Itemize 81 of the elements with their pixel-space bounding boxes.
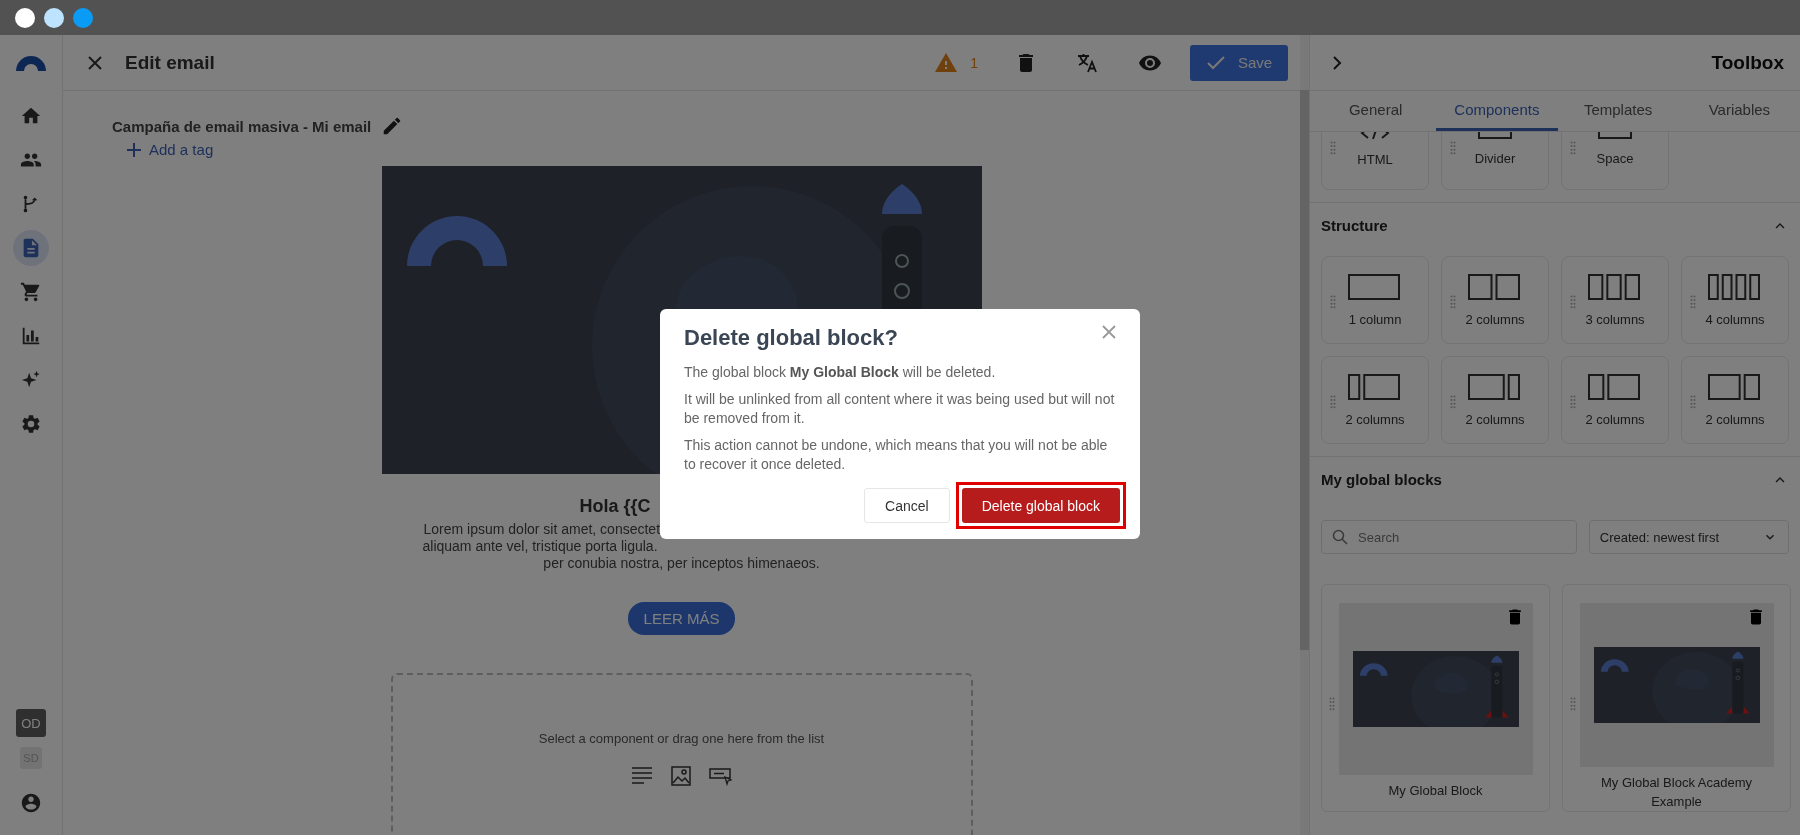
text-icon[interactable] [630, 766, 653, 784]
column-layout-icon [1348, 373, 1402, 400]
drag-handle-icon [1330, 395, 1336, 409]
tab[interactable]: General [1315, 91, 1437, 131]
block-name: My Global Block [1388, 782, 1483, 800]
email-text-line: per conubia nostra, per inceptos himenaeos. [543, 555, 820, 572]
layout-tile[interactable]: 2 columns [1441, 256, 1549, 344]
block-name: My Global Block Academy Example [1600, 774, 1753, 811]
column-layout-icon [1708, 373, 1762, 400]
add-tag-link[interactable]: Add a tag [127, 141, 214, 158]
drag-handle-icon [1450, 141, 1456, 155]
drag-handle-icon [1450, 295, 1456, 309]
global-block-card[interactable]: My Global Block [1321, 584, 1550, 812]
bar-chart-icon [20, 325, 42, 347]
drag-handle-icon [1330, 295, 1336, 309]
search-field[interactable]: Search [1321, 520, 1577, 554]
chevron-right-icon [1330, 55, 1344, 70]
dialog-text: The global block My Global Block will be deleted. [684, 363, 997, 382]
layout-tile[interactable]: 3 columns [1561, 256, 1669, 344]
check-icon [1205, 54, 1226, 71]
close-icon [1102, 325, 1116, 339]
drag-handle-icon [1330, 141, 1336, 155]
drag-handle-icon [1570, 697, 1576, 711]
logo-icon[interactable] [16, 54, 46, 71]
button-icon[interactable] [708, 766, 733, 786]
nav-button[interactable] [13, 230, 49, 266]
layout-tile[interactable]: 2 columns [1561, 356, 1669, 444]
section-title: Structure [1321, 217, 1388, 234]
email-text-line: Lorem ipsum dolor sit amet, consectet [423, 521, 661, 538]
tab[interactable]: Templates [1557, 91, 1679, 131]
tab[interactable]: Variables [1678, 91, 1800, 131]
email-text-line: aliquam ante vel, tristique porta ligula. [422, 538, 658, 555]
drag-handle-icon [1570, 395, 1576, 409]
dialog-text: This action cannot be undone, which means that you will not be able to recover it once deleted. [684, 436, 1109, 474]
section-title: My global blocks [1321, 471, 1442, 488]
dialog-text: It will be unlinked from all content where it was being used but will not be removed from it. [684, 390, 1116, 428]
scrollbar[interactable] [1300, 90, 1309, 650]
drag-handle-icon [1690, 295, 1696, 309]
search-icon [1332, 529, 1348, 545]
column-layout-icon [1588, 373, 1642, 400]
component-tile[interactable]: Divider [1441, 132, 1549, 190]
settings-icon [20, 413, 42, 435]
drag-handle-icon [1329, 697, 1335, 711]
read-more-button[interactable]: LEER MÁS [627, 602, 736, 635]
sort-dropdown[interactable]: Created: newest first [1588, 520, 1789, 554]
window-control[interactable] [15, 7, 35, 28]
layout-tile[interactable]: 2 columns [1681, 356, 1789, 444]
image-icon[interactable] [670, 766, 691, 786]
layout-tile[interactable]: 2 columns [1441, 356, 1549, 444]
drag-handle-icon [1450, 395, 1456, 409]
collapse-button[interactable] [1330, 55, 1344, 70]
layout-tile[interactable]: 4 columns [1681, 256, 1789, 344]
cart-icon [20, 281, 42, 303]
component-tile[interactable]: Space [1561, 132, 1669, 190]
drop-zone[interactable]: Select a component or drag one here from the list [390, 673, 973, 835]
page-title: Edit email [125, 51, 216, 74]
layout-tile[interactable]: 1 column [1321, 256, 1429, 344]
component-tile[interactable]: HTML [1321, 132, 1429, 190]
layout-tile[interactable]: 2 columns [1321, 356, 1429, 444]
global-block-card[interactable]: My Global Block Academy Example [1562, 584, 1791, 812]
email-name: Campaña de email masiva - Mi email [112, 117, 372, 135]
column-layout-icon [1468, 373, 1522, 400]
drop-hint: Select a component or drag one here from the list [538, 731, 825, 746]
panel-title: Toolbox [1710, 51, 1784, 74]
dialog-title: Delete global block? [684, 325, 898, 351]
drag-handle-icon [1570, 141, 1576, 155]
cancel-button[interactable]: Cancel [864, 488, 950, 523]
column-layout-icon [1468, 273, 1522, 300]
column-layout-icon [1708, 273, 1762, 300]
account-badge[interactable]: OD [16, 709, 46, 737]
user-icon [20, 792, 42, 814]
delete-button[interactable]: Delete global block [961, 488, 1120, 523]
drag-handle-icon [1690, 395, 1696, 409]
column-layout-icon [1348, 273, 1402, 300]
plus-icon [127, 142, 141, 157]
column-layout-icon [1588, 273, 1642, 300]
drag-handle-icon [1570, 295, 1576, 309]
window-control[interactable] [44, 7, 64, 28]
save-button[interactable]: Save [1190, 44, 1288, 81]
email-heading: Hola {{C [579, 496, 651, 517]
close-icon [87, 54, 103, 71]
